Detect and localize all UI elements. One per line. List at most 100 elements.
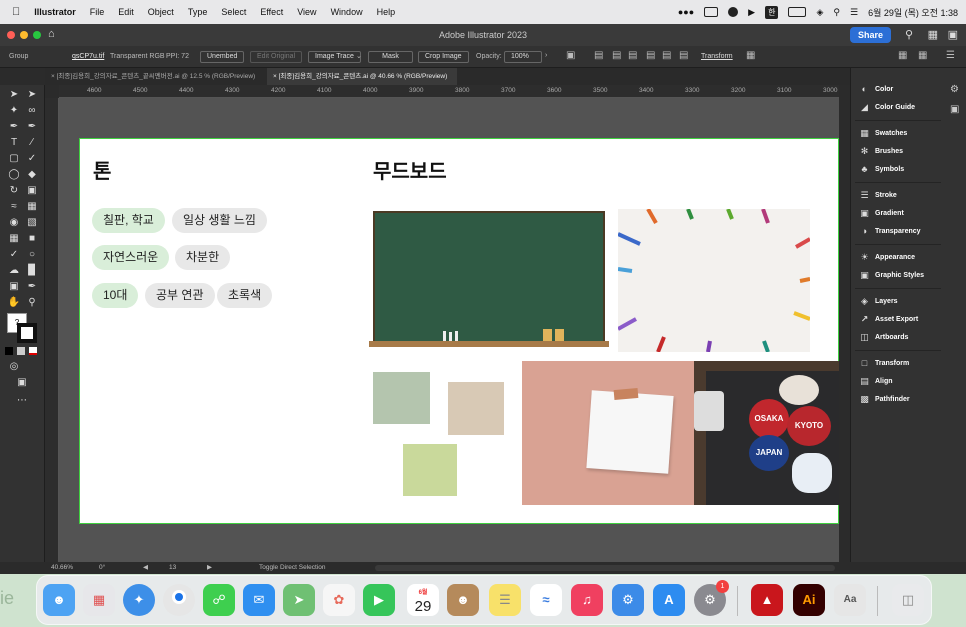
- panel-appearance[interactable]: ☀ Appearance: [859, 251, 915, 265]
- warp-tool-icon[interactable]: ≈: [7, 201, 21, 213]
- control-center-icon[interactable]: ☰: [850, 7, 858, 18]
- panel-stroke[interactable]: ☰ Stroke: [859, 189, 896, 203]
- properties-icon[interactable]: ⚙: [950, 84, 959, 95]
- panel-toggle-icon[interactable]: ▣: [948, 28, 958, 41]
- zoom-tool-icon[interactable]: ⚲: [25, 297, 39, 309]
- tone-chip[interactable]: 칠판, 학교: [92, 208, 165, 233]
- panel-gradient[interactable]: ▣ Gradient: [859, 207, 904, 221]
- direct-selection-tool-icon[interactable]: ➤: [25, 89, 39, 101]
- tone-chip[interactable]: 초록색: [217, 283, 273, 308]
- maps-icon[interactable]: ➤: [283, 584, 315, 616]
- keynote-icon[interactable]: ⚙: [612, 584, 644, 616]
- font-book-icon[interactable]: Aa: [834, 584, 866, 616]
- mail-icon[interactable]: ✉: [243, 584, 275, 616]
- gradient-tool-icon[interactable]: ■: [25, 233, 39, 245]
- artboard-tool-icon[interactable]: ▣: [7, 281, 21, 293]
- screen-icon[interactable]: [704, 7, 719, 17]
- type-tool-icon[interactable]: T: [7, 137, 21, 149]
- input-source-icon[interactable]: 한: [765, 5, 779, 19]
- torn-paper-image[interactable]: [522, 361, 694, 505]
- illustrator-icon[interactable]: Ai: [793, 584, 825, 616]
- tone-chip[interactable]: 자연스러운: [92, 245, 170, 270]
- apple-icon[interactable]: : [12, 6, 20, 18]
- share-button[interactable]: Share: [849, 27, 891, 43]
- panel-transparency[interactable]: ◑ Transparency: [859, 225, 921, 239]
- sticker-laptop-image[interactable]: OSAKA KYOTO JAPAN: [694, 361, 839, 505]
- safari-icon[interactable]: ✦: [123, 584, 155, 616]
- edit-original-button[interactable]: Edit Original: [250, 51, 303, 63]
- freeform-icon[interactable]: ≈: [530, 584, 562, 616]
- rectangle-tool-icon[interactable]: ▢: [7, 153, 21, 165]
- canvas[interactable]: 톤 무드보드 칠판, 학교 일상 생활 느낌 자연스러운 차분한 10대 공부 …: [59, 98, 839, 562]
- scale-tool-icon[interactable]: ▣: [25, 185, 39, 197]
- align-left-icon[interactable]: ▤: [594, 50, 603, 61]
- panel-layers[interactable]: ◈ Layers: [859, 295, 898, 309]
- facetime-icon[interactable]: ▶: [363, 584, 395, 616]
- photos-icon[interactable]: ✿: [323, 584, 355, 616]
- panel-pathfinder[interactable]: ▩ Pathfinder: [859, 393, 909, 407]
- artboard[interactable]: 톤 무드보드 칠판, 학교 일상 생활 느낌 자연스러운 차분한 10대 공부 …: [79, 138, 839, 524]
- image-trace-button[interactable]: Image Trace: [308, 51, 361, 63]
- panel-asset-export[interactable]: ↗ Asset Export: [859, 313, 918, 327]
- more-icon[interactable]: ●●●: [678, 7, 694, 17]
- align-center-icon[interactable]: ▤: [612, 50, 621, 61]
- more-tools-icon[interactable]: ⋯: [15, 395, 29, 407]
- linked-file-name[interactable]: qsCP7u.tif: [72, 53, 104, 60]
- wifi-icon[interactable]: ◈: [816, 7, 823, 18]
- align-top-icon[interactable]: ▤: [646, 50, 655, 61]
- screen-mode-icon[interactable]: ▣: [15, 377, 29, 389]
- tone-chip[interactable]: 차분한: [175, 245, 231, 270]
- sticky-notes-image[interactable]: [373, 367, 508, 502]
- panel-align[interactable]: ▤ Align: [859, 375, 892, 389]
- horizontal-scrollbar[interactable]: [375, 565, 835, 571]
- slice-tool-icon[interactable]: ✒: [25, 281, 39, 293]
- column-graph-tool-icon[interactable]: ▉: [25, 265, 39, 277]
- play-icon[interactable]: ▶: [748, 7, 755, 18]
- magic-wand-tool-icon[interactable]: ✦: [7, 105, 21, 117]
- zoom-field[interactable]: 40.66%: [51, 562, 73, 574]
- layout-icon[interactable]: ▦: [918, 50, 927, 61]
- align-middle-icon[interactable]: ▤: [662, 50, 671, 61]
- shape-builder-tool-icon[interactable]: ◉: [7, 217, 21, 229]
- workspace-icon[interactable]: ▦: [928, 28, 938, 41]
- panel-color-guide[interactable]: ◢ Color Guide: [859, 101, 915, 115]
- panel-graphic-styles[interactable]: ▣ Graphic Styles: [859, 269, 924, 283]
- battery-icon[interactable]: [788, 7, 807, 17]
- unembed-button[interactable]: Unembed: [200, 51, 245, 63]
- tone-chip[interactable]: 10대: [92, 283, 139, 308]
- notes-icon[interactable]: ☰: [489, 584, 521, 616]
- menu-view[interactable]: View: [297, 7, 316, 17]
- trash-icon[interactable]: ◫: [892, 584, 924, 616]
- launchpad-icon[interactable]: ▦: [83, 584, 115, 616]
- next-artboard-icon[interactable]: ▶: [207, 562, 212, 574]
- lasso-tool-icon[interactable]: ∞: [25, 105, 39, 117]
- menu-type[interactable]: Type: [188, 7, 208, 17]
- rotation-field[interactable]: 0°: [99, 562, 105, 574]
- panel-swatches[interactable]: ▦ Swatches: [859, 127, 907, 141]
- fill-stroke-swatch[interactable]: ?: [7, 313, 37, 343]
- mesh-tool-icon[interactable]: ▦: [7, 233, 21, 245]
- crop-image-button[interactable]: Crop Image: [418, 51, 469, 63]
- rotate-tool-icon[interactable]: ↻: [7, 185, 21, 197]
- color-mode-swatches[interactable]: [5, 347, 41, 355]
- menu-edit[interactable]: Edit: [118, 7, 134, 17]
- panel-color[interactable]: ◐ Color: [859, 83, 894, 97]
- search-icon[interactable]: ⚲: [833, 7, 840, 18]
- tone-chip[interactable]: 일상 생활 느낌: [172, 208, 267, 233]
- close-icon[interactable]: ×: [51, 73, 55, 80]
- messages-icon[interactable]: ☍: [203, 584, 235, 616]
- shaper-tool-icon[interactable]: ◯: [7, 169, 21, 181]
- menu-object[interactable]: Object: [148, 7, 174, 17]
- menu-icon[interactable]: ☰: [946, 50, 955, 61]
- panel-symbols[interactable]: ♣ Symbols: [859, 163, 905, 177]
- menu-window[interactable]: Window: [331, 7, 363, 17]
- arrange-icon[interactable]: ▦: [898, 50, 907, 61]
- line-tool-icon[interactable]: ∕: [25, 137, 39, 149]
- pen-tool-icon[interactable]: ✒: [7, 121, 21, 133]
- tone-heading[interactable]: 톤: [93, 155, 111, 184]
- curvature-tool-icon[interactable]: ✒: [25, 121, 39, 133]
- search-icon[interactable]: ⚲: [905, 28, 913, 41]
- align-right-icon[interactable]: ▤: [628, 50, 637, 61]
- tone-chip[interactable]: 공부 연관: [145, 283, 215, 308]
- perspective-grid-tool-icon[interactable]: ▧: [25, 217, 39, 229]
